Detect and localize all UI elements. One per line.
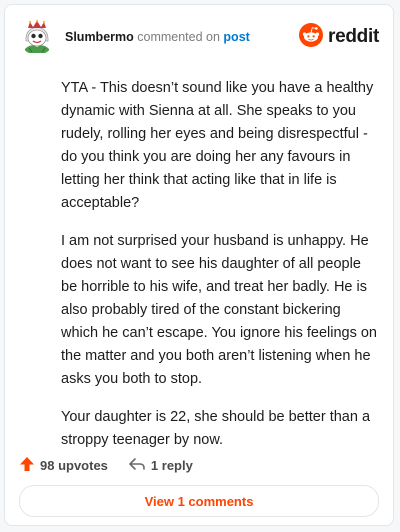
upvote-arrow-icon <box>19 456 35 475</box>
comment-paragraph: I am not surprised your husband is unhap… <box>61 233 377 387</box>
action-text: commented on <box>137 30 220 44</box>
upvote-button[interactable]: 98 upvotes <box>19 456 108 475</box>
view-comments-button[interactable]: View 1 comments <box>19 485 379 517</box>
username[interactable]: Slumbermo <box>65 30 134 44</box>
comment-meta: Slumbermo commented on post <box>65 30 250 44</box>
comment-header: Slumbermo commented on post reddit <box>19 17 379 57</box>
reply-arrow-icon <box>128 456 146 475</box>
avatar[interactable] <box>19 19 55 55</box>
upvotes-count: 98 upvotes <box>40 457 108 473</box>
comment-actions: 98 upvotes 1 reply <box>19 453 193 477</box>
comment-paragraph: YTA - This doesn’t sound like you have a… <box>61 80 374 211</box>
post-link[interactable]: post <box>223 30 249 44</box>
comment-paragraph: Your daughter is 22, she should be bette… <box>61 409 371 448</box>
comment-card: Slumbermo commented on post reddit YTA -… <box>4 4 394 526</box>
reddit-logo-icon <box>299 22 324 52</box>
comment-body: YTA - This doesn’t sound like you have a… <box>61 77 379 467</box>
reddit-brand[interactable]: reddit <box>299 22 379 52</box>
reply-button[interactable]: 1 reply <box>128 456 193 475</box>
brand-name: reddit <box>328 26 379 47</box>
reply-count: 1 reply <box>150 457 193 473</box>
